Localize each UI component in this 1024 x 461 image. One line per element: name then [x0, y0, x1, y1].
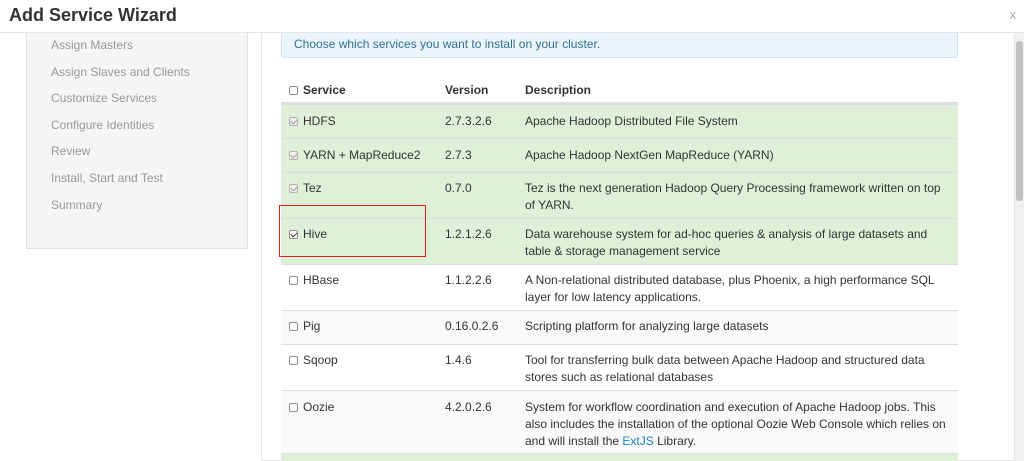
sidebar-item-assign-masters[interactable]: Assign Masters	[51, 38, 133, 52]
service-cell: Pig	[289, 318, 320, 335]
service-name[interactable]: Oozie	[303, 400, 334, 414]
service-checkbox[interactable]	[289, 184, 298, 193]
table-row: Oozie 4.2.0.2.6 System for workflow coor…	[281, 390, 958, 453]
sidebar-item-summary[interactable]: Summary	[51, 198, 102, 212]
extjs-link[interactable]: ExtJS	[622, 434, 653, 448]
service-description: Tez is the next generation Hadoop Query …	[525, 181, 941, 212]
service-version: 1.2.1.2.6	[445, 227, 492, 241]
sidebar-item-customize-services[interactable]: Customize Services	[51, 91, 157, 105]
close-icon[interactable]: x	[1010, 7, 1017, 22]
sidebar-item-review[interactable]: Review	[51, 144, 90, 158]
description-text: System for workflow coordination and exe…	[525, 400, 946, 448]
wizard-title: Add Service Wizard	[9, 5, 177, 25]
select-all-checkbox[interactable]	[289, 86, 298, 95]
service-checkbox[interactable]	[289, 276, 298, 285]
table-row: HBase 1.1.2.2.6 A Non-relational distrib…	[281, 264, 958, 310]
service-header-cell: Service	[289, 82, 346, 99]
service-description: Apache Hadoop NextGen MapReduce (YARN)	[525, 148, 774, 162]
service-name[interactable]: YARN + MapReduce2	[303, 148, 421, 162]
service-cell: HDFS	[289, 113, 336, 130]
service-version: 0.16.0.2.6	[445, 319, 499, 333]
description-column-header: Description	[525, 83, 592, 97]
description-text-end: Library.	[653, 434, 697, 448]
vertical-scrollbar[interactable]	[1015, 33, 1024, 461]
version-column-header: Version	[445, 83, 489, 97]
service-description: A Non-relational distributed database, p…	[525, 273, 935, 304]
service-cell: HBase	[289, 272, 339, 289]
wizard-steps-sidebar: Assign Masters Assign Slaves and Clients…	[26, 33, 248, 249]
service-description: Apache Hadoop Distributed File System	[525, 114, 738, 128]
service-cell: YARN + MapReduce2	[289, 147, 421, 164]
sidebar-item-assign-slaves-clients[interactable]: Assign Slaves and Clients	[51, 65, 190, 79]
service-description: System for workflow coordination and exe…	[525, 399, 950, 450]
service-checkbox[interactable]	[289, 356, 298, 365]
table-header-row: Service Version Description	[281, 78, 958, 104]
service-checkbox[interactable]	[289, 322, 298, 331]
service-name[interactable]: Sqoop	[303, 353, 338, 367]
service-version: 0.7.0	[445, 181, 472, 195]
service-description: Tool for transferring bulk data between …	[525, 353, 925, 384]
sidebar-item-configure-identities[interactable]: Configure Identities	[51, 118, 154, 132]
table-row: HDFS 2.7.3.2.6 Apache Hadoop Distributed…	[281, 104, 958, 138]
service-version: 2.7.3	[445, 148, 472, 162]
service-name[interactable]: Tez	[303, 181, 322, 195]
service-name[interactable]: HBase	[303, 273, 339, 287]
hive-highlight-box	[279, 205, 426, 257]
next-row-partial	[281, 453, 958, 461]
service-checkbox[interactable]	[289, 117, 298, 126]
service-version: 4.2.0.2.6	[445, 400, 492, 414]
service-column-header: Service	[303, 83, 346, 97]
service-description: Data warehouse system for ad-hoc queries…	[525, 227, 928, 258]
service-cell: Sqoop	[289, 352, 338, 369]
table-row: Sqoop 1.4.6 Tool for transferring bulk d…	[281, 344, 958, 390]
service-name[interactable]: HDFS	[303, 114, 336, 128]
table-row: Pig 0.16.0.2.6 Scripting platform for an…	[281, 310, 958, 344]
service-cell: Tez	[289, 180, 322, 197]
info-alert: Choose which services you want to instal…	[281, 33, 958, 58]
service-cell: Oozie	[289, 399, 334, 416]
service-name[interactable]: Pig	[303, 319, 320, 333]
service-version: 1.1.2.2.6	[445, 273, 492, 287]
wizard-header: Add Service Wizard x	[0, 0, 1024, 33]
service-version: 1.4.6	[445, 353, 472, 367]
service-checkbox[interactable]	[289, 403, 298, 412]
service-description: Scripting platform for analyzing large d…	[525, 319, 769, 333]
table-row: YARN + MapReduce2 2.7.3 Apache Hadoop Ne…	[281, 138, 958, 172]
scrollbar-thumb[interactable]	[1016, 41, 1023, 201]
sidebar-item-install-start-test[interactable]: Install, Start and Test	[51, 171, 163, 185]
service-checkbox[interactable]	[289, 151, 298, 160]
service-version: 2.7.3.2.6	[445, 114, 492, 128]
